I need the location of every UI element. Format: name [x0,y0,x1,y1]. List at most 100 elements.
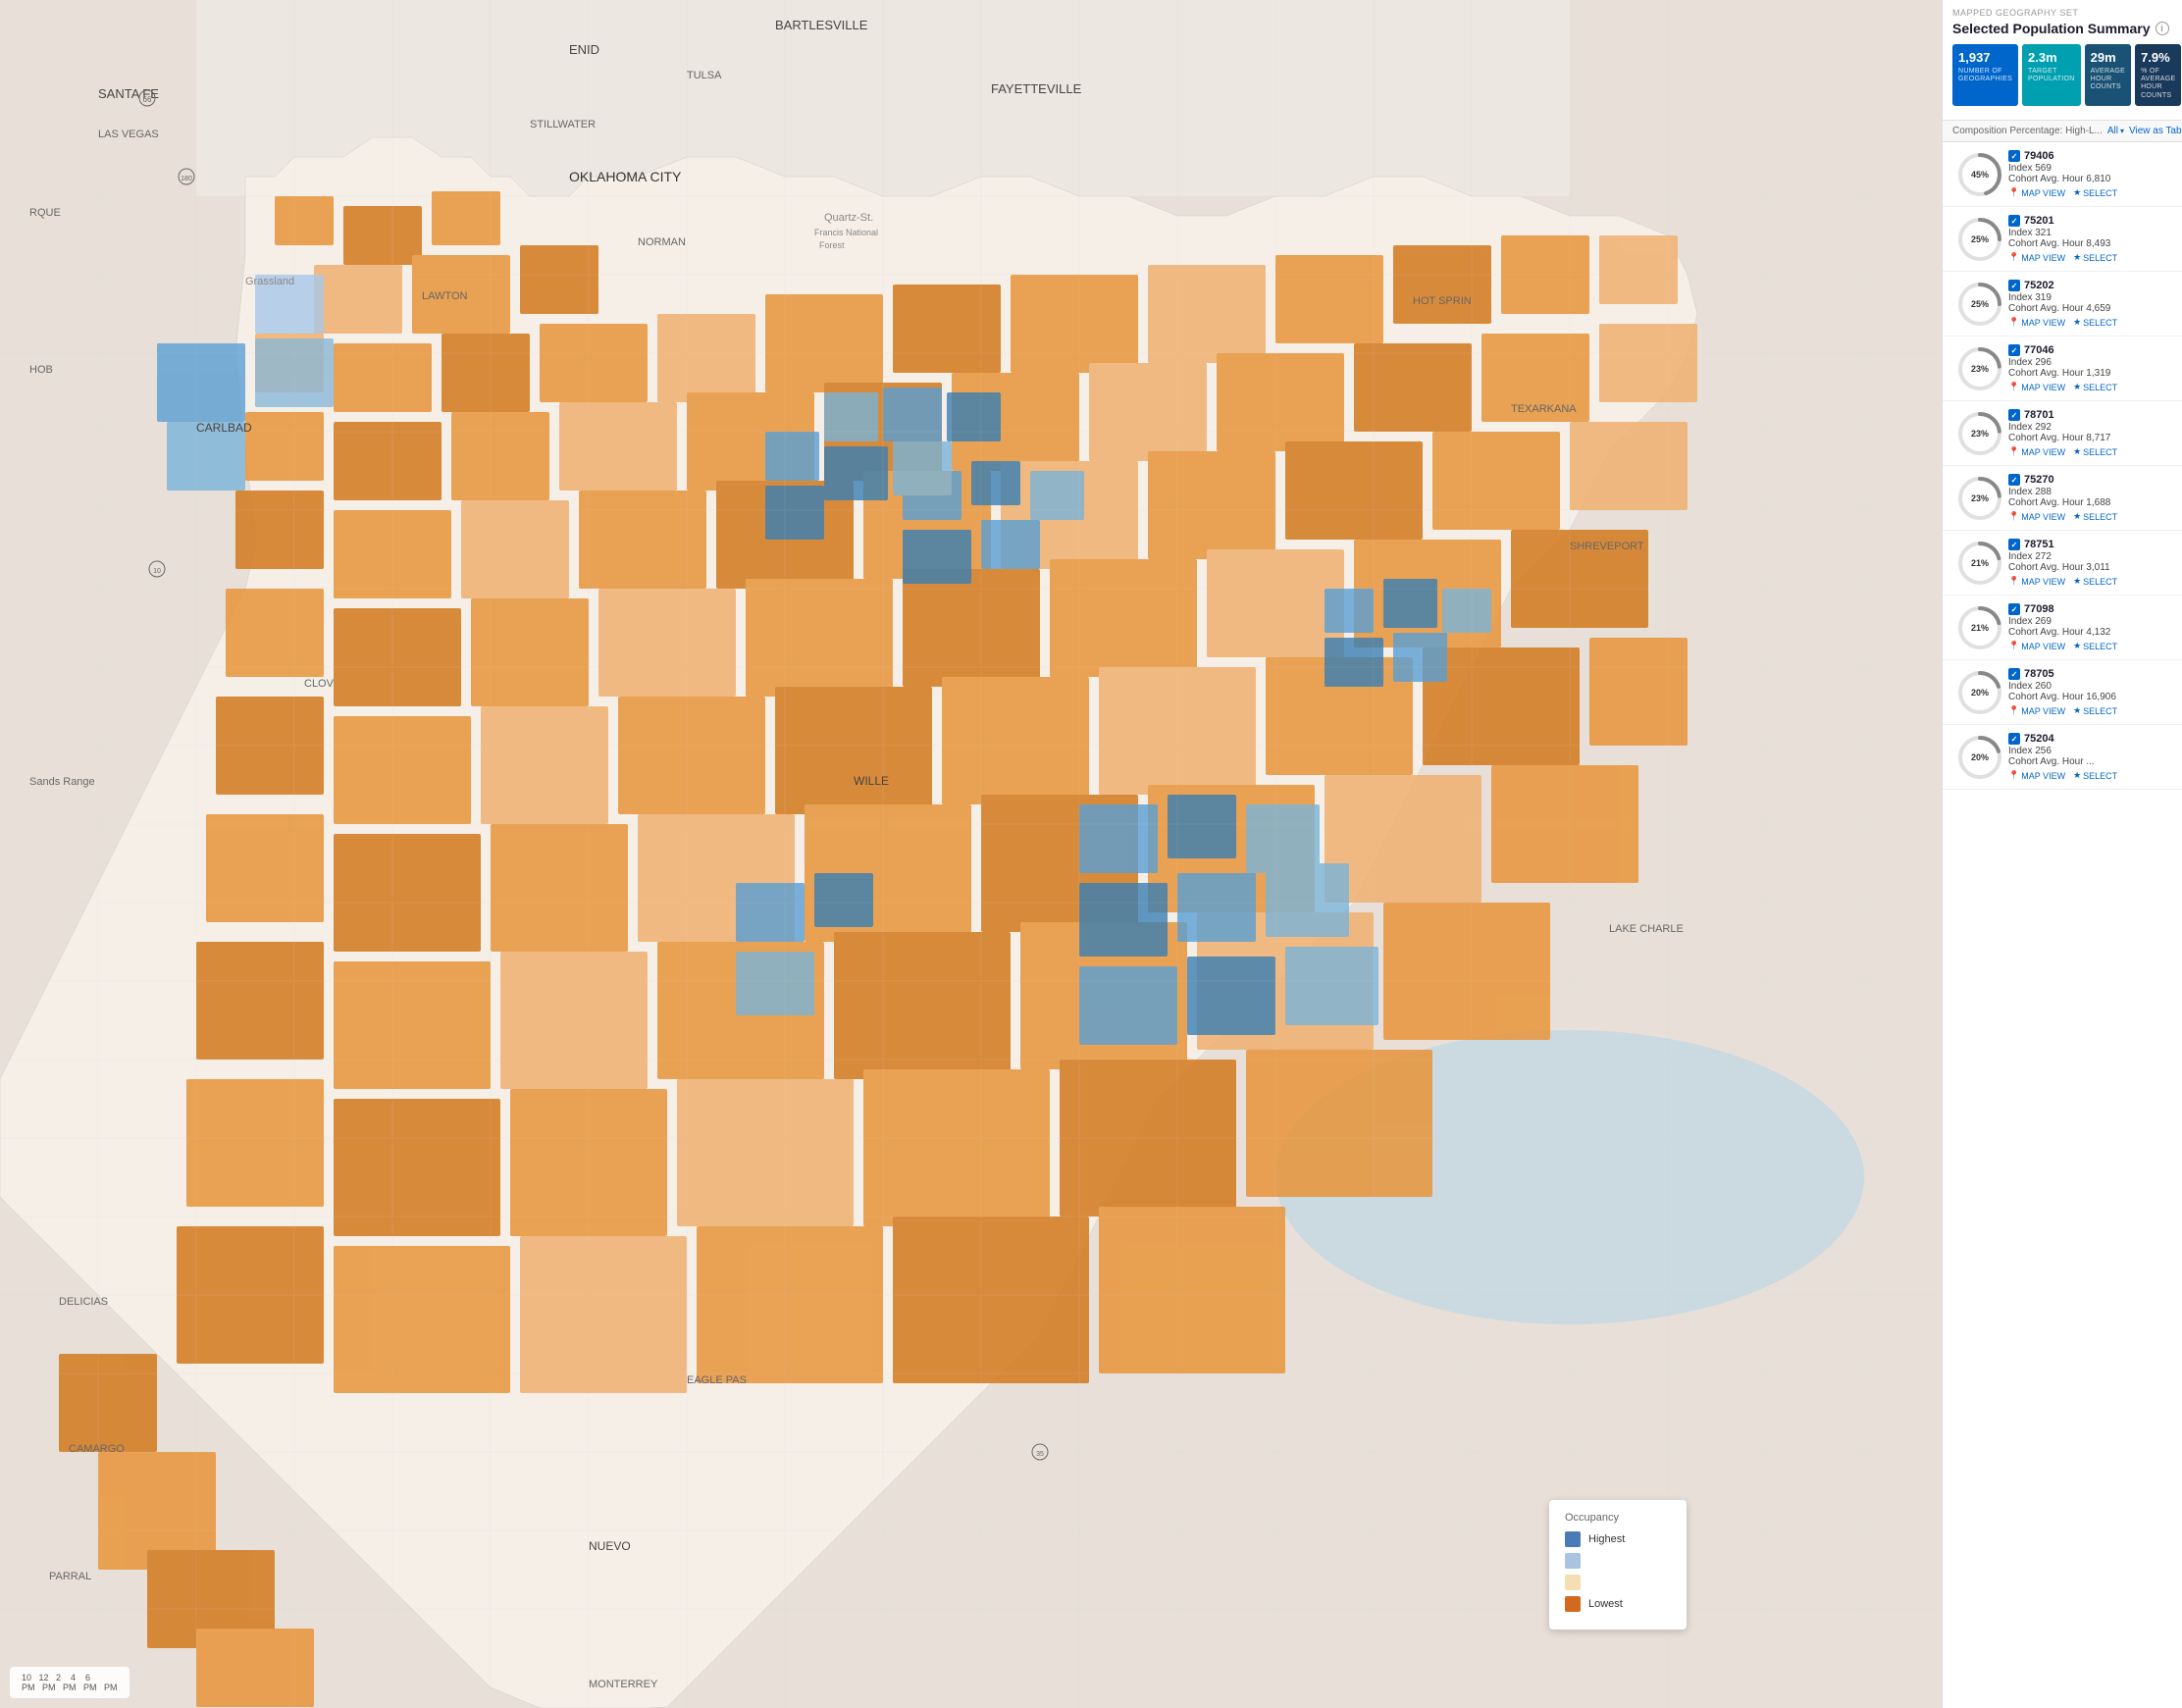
map-view-link[interactable]: 📍 MAP VIEW [2008,187,2065,198]
svg-text:LAKE CHARLE: LAKE CHARLE [1609,923,1684,935]
svg-text:TEXARKANA: TEXARKANA [1511,403,1577,415]
star-icon: ★ [2073,446,2081,457]
geo-cohort: Cohort Avg. Hour 6,810 [2008,174,2174,184]
map-view-link[interactable]: 📍 MAP VIEW [2008,641,2065,651]
svg-text:HOB: HOB [29,364,53,376]
map-view-label: MAP VIEW [2021,642,2065,651]
geo-list[interactable]: 45% 79406 Index 569 Cohort Avg. Hour 6,8… [1943,142,2182,1708]
geo-info: 78701 Index 292 Cohort Avg. Hour 8,717 📍… [2008,409,2174,457]
geo-index: Index 292 [2008,422,2174,433]
select-label: SELECT [2083,253,2117,263]
select-link[interactable]: ★ SELECT [2073,770,2117,781]
zip-code: 75270 [2024,474,2054,486]
legend-item-3 [1565,1575,1671,1590]
donut-chart: 23% [1957,411,2002,456]
geo-cohort: Cohort Avg. Hour 8,493 [2008,238,2174,249]
check-icon[interactable] [2008,539,2020,550]
geo-cohort: Cohort Avg. Hour 4,132 [2008,627,2174,638]
check-icon[interactable] [2008,733,2020,745]
select-link[interactable]: ★ SELECT [2073,576,2117,587]
stats-grid: 1,937 NUMBER OF GEOGRAPHIES 2.3m TARGET … [1952,44,2172,106]
map-container[interactable]: SANTA FE LAS VEGAS RQUE HOB Grassland BA… [0,0,1942,1708]
donut-chart: 20% [1957,670,2002,715]
donut-chart: 25% [1957,217,2002,262]
select-link[interactable]: ★ SELECT [2073,641,2117,651]
geo-zip: 77046 [2008,344,2174,356]
sidebar: MAPPED GEOGRAPHY SET Selected Population… [1942,0,2182,1708]
zip-code: 78701 [2024,409,2054,421]
map-view-label: MAP VIEW [2021,447,2065,457]
svg-text:10: 10 [153,568,161,575]
geo-zip: 78751 [2008,539,2174,550]
geo-list-item: 21% 78751 Index 272 Cohort Avg. Hour 3,0… [1943,531,2182,595]
info-icon[interactable]: i [2156,22,2169,35]
geo-info: 75204 Index 256 Cohort Avg. Hour ... 📍 M… [2008,733,2174,781]
geo-cohort: Cohort Avg. Hour 1,319 [2008,368,2174,379]
map-view-link[interactable]: 📍 MAP VIEW [2008,511,2065,522]
geo-list-item: 25% 75202 Index 319 Cohort Avg. Hour 4,6… [1943,272,2182,336]
check-icon[interactable] [2008,668,2020,680]
check-icon[interactable] [2008,215,2020,227]
svg-text:ENID: ENID [569,42,599,57]
map-view-label: MAP VIEW [2021,188,2065,198]
map-view-link[interactable]: 📍 MAP VIEW [2008,576,2065,587]
filter-all-select[interactable]: All ▾ [2107,126,2124,136]
select-label: SELECT [2083,577,2117,587]
check-icon[interactable] [2008,474,2020,486]
timeline: 10 12 2 4 6 PM PM PM PM PM [10,1667,130,1698]
select-link[interactable]: ★ SELECT [2073,511,2117,522]
map-view-link[interactable]: 📍 MAP VIEW [2008,252,2065,263]
select-link[interactable]: ★ SELECT [2073,187,2117,198]
svg-text:LAS VEGAS: LAS VEGAS [98,129,159,140]
map-view-label: MAP VIEW [2021,771,2065,781]
geo-cohort: Cohort Avg. Hour 4,659 [2008,303,2174,314]
map-view-link[interactable]: 📍 MAP VIEW [2008,705,2065,716]
stat-geographies: 1,937 NUMBER OF GEOGRAPHIES [1952,44,2018,106]
stat-population: 2.3m TARGET POPULATION [2022,44,2081,106]
view-as-table-link[interactable]: View as Table [2129,126,2182,136]
donut-percent-label: 45% [1971,170,1989,180]
map-legend: Occupancy Highest Lowest [1549,1500,1687,1630]
check-icon[interactable] [2008,344,2020,356]
geo-list-item: 23% 75270 Index 288 Cohort Avg. Hour 1,6… [1943,466,2182,531]
map-view-link[interactable]: 📍 MAP VIEW [2008,382,2065,392]
select-link[interactable]: ★ SELECT [2073,446,2117,457]
geo-cohort: Cohort Avg. Hour 3,011 [2008,562,2174,573]
donut-percent-label: 23% [1971,364,1989,374]
geo-actions: 📍 MAP VIEW ★ SELECT [2008,187,2174,198]
map-pin-icon: 📍 [2008,641,2019,651]
check-icon[interactable] [2008,280,2020,291]
map-view-link[interactable]: 📍 MAP VIEW [2008,317,2065,328]
check-icon[interactable] [2008,409,2020,421]
geo-info: 78751 Index 272 Cohort Avg. Hour 3,011 📍… [2008,539,2174,587]
geo-list-item: 20% 75204 Index 256 Cohort Avg. Hour ...… [1943,725,2182,790]
geo-zip: 77098 [2008,603,2174,615]
donut-percent-label: 20% [1971,688,1989,698]
svg-text:CAMARGO: CAMARGO [69,1443,125,1455]
donut-percent-label: 21% [1971,558,1989,568]
legend-swatch-2 [1565,1553,1581,1569]
zip-code: 75202 [2024,280,2054,291]
select-link[interactable]: ★ SELECT [2073,252,2117,263]
select-link[interactable]: ★ SELECT [2073,382,2117,392]
zip-code: 77046 [2024,344,2054,356]
select-link[interactable]: ★ SELECT [2073,317,2117,328]
geo-list-item: 20% 78705 Index 260 Cohort Avg. Hour 16,… [1943,660,2182,725]
svg-text:BARTLESVILLE: BARTLESVILLE [775,18,868,32]
geo-zip: 75201 [2008,215,2174,227]
svg-text:Grassland: Grassland [245,276,294,287]
geo-actions: 📍 MAP VIEW ★ SELECT [2008,446,2174,457]
filter-bar: Composition Percentage: High-L... All ▾ … [1943,121,2182,142]
legend-item-highest: Highest [1565,1531,1671,1547]
donut-percent-label: 21% [1971,623,1989,633]
check-icon[interactable] [2008,603,2020,615]
geo-list-item: 21% 77098 Index 269 Cohort Avg. Hour 4,1… [1943,595,2182,660]
donut-percent-label: 23% [1971,493,1989,503]
check-icon[interactable] [2008,150,2020,162]
select-link[interactable]: ★ SELECT [2073,705,2117,716]
geo-list-item: 23% 78701 Index 292 Cohort Avg. Hour 8,7… [1943,401,2182,466]
map-view-link[interactable]: 📍 MAP VIEW [2008,770,2065,781]
map-view-link[interactable]: 📍 MAP VIEW [2008,446,2065,457]
svg-text:SHREVEPORT: SHREVEPORT [1570,541,1644,552]
map-view-label: MAP VIEW [2021,577,2065,587]
